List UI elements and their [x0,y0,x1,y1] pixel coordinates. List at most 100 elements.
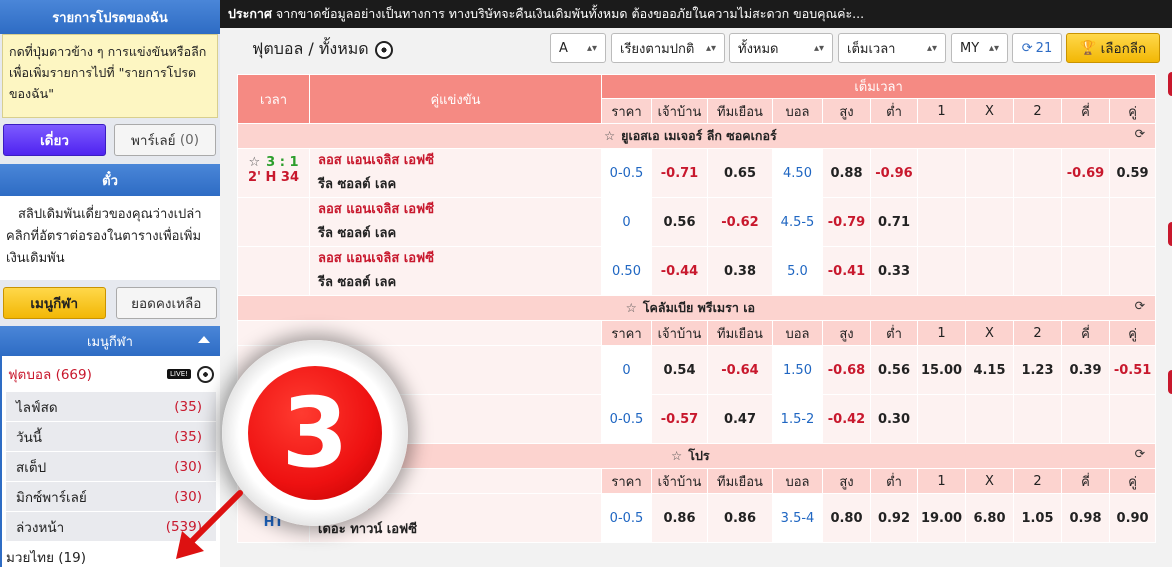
match-teams-cell: ลอส แอนเจลิส เอฟซี รีล ซอลต์ เลค [309,148,602,198]
odds-cell-under[interactable]: -0.96 [870,148,918,198]
odds-cell-over[interactable]: -0.79 [822,197,871,247]
odds-cell-h[interactable]: 0.54 [651,345,708,395]
odds-cell-under[interactable]: 0.56 [870,345,918,395]
currency-select[interactable]: MY ▴▾ [951,33,1008,63]
match-time-cell: ☆ 3 : 1 2' H 34 [237,148,310,198]
star-icon[interactable]: ☆ [626,300,637,315]
odds-cell-ou[interactable]: 1.50 [772,345,823,395]
sidebar-item-live[interactable]: ไลฟ์สด (35) [6,392,216,422]
odds-cell-a[interactable]: 0.86 [707,493,773,543]
odds-cell-ou[interactable]: 3.5-4 [772,493,823,543]
sidebar-item-football[interactable]: ฟุตบอล (669) LIVE! [0,356,220,392]
match-time-cell [237,246,310,296]
odds-cell-h[interactable]: -0.57 [651,394,708,444]
sort-select[interactable]: เรียงตามปกติ ▴▾ [611,33,725,63]
odds-cell-h[interactable]: 0.86 [651,493,708,543]
star-icon[interactable]: ☆ [604,128,615,143]
odds-cell-over[interactable]: -0.42 [822,394,871,444]
select-league-button[interactable]: 🏆 เลือกลีก [1066,33,1160,63]
odds-cell-h[interactable]: 0.56 [651,197,708,247]
odds-cell-a[interactable]: -0.62 [707,197,773,247]
odds-cell-ou[interactable]: 5.0 [772,246,823,296]
odds-cell-hdp[interactable]: 0-0.5 [601,148,652,198]
col-fulltime: เต็มเวลา [600,74,1157,99]
odds-cell-ou[interactable]: 1.5-2 [772,394,823,444]
odds-cell-over[interactable]: 0.80 [822,493,871,543]
sub-header-cell: บอล [772,320,823,346]
odds-cell-h[interactable]: -0.44 [651,246,708,296]
balance-button[interactable]: ยอดคงเหลือ [115,287,217,319]
odds-cell-odd [1061,197,1110,247]
odds-cell-over[interactable]: -0.68 [822,345,871,395]
refresh-icon[interactable]: ⟳ [1135,298,1145,313]
sub-header-cell: X [965,98,1014,124]
odds-cell-hdp[interactable]: 0 [601,345,652,395]
odds-cell-a[interactable]: 0.47 [707,394,773,444]
sub-header-cell: ราคา [601,468,652,494]
odds-cell-one[interactable]: 15.00 [917,345,966,395]
filter-select[interactable]: ทั้งหมด ▴▾ [729,33,833,63]
odds-cell-under[interactable]: 0.71 [870,197,918,247]
odds-cell-even[interactable]: 0.59 [1108,148,1157,198]
odds-cell-ou[interactable]: 4.5-5 [772,197,823,247]
sub-header-cell: คู่ [1108,98,1157,124]
odds-cell-x[interactable]: 4.15 [965,345,1014,395]
refresh-icon[interactable]: ⟳ [1135,446,1145,461]
sidebar-item-today[interactable]: วันนี้ (35) [6,422,216,452]
odds-cell-hdp[interactable]: 0-0.5 [601,493,652,543]
filter-value: ทั้งหมด [738,41,779,57]
league-header[interactable]: ☆ ยูเอสเอ เมเจอร์ ลีก ซอคเกอร์ ⟳ [236,123,1157,149]
odds-cell-two[interactable]: 1.23 [1013,345,1062,395]
odds-cell-over[interactable]: -0.41 [822,246,871,296]
sub-header-cell: ต่ำ [870,468,918,494]
sidebar-item-step[interactable]: สเต็ป (30) [6,452,216,482]
app-root: รายการโปรดของฉัน กดที่ปุ่มดาวข้าง ๆ การแ… [0,0,1172,567]
odds-type-select[interactable]: A ▴▾ [550,33,606,63]
odds-cell-under[interactable]: 0.33 [870,246,918,296]
toolbar: ฟุตบอล / ทั้งหมด A ▴▾ เรียงตามปกติ ▴▾ ทั้ง… [220,28,1172,72]
odds-cell-a[interactable]: 0.65 [707,148,773,198]
star-icon[interactable]: ☆ [671,448,682,463]
odds-cell-over[interactable]: 0.88 [822,148,871,198]
odds-cell-under[interactable]: 0.30 [870,394,918,444]
sports-menu-button[interactable]: เมนูกีฬา [3,287,106,319]
odds-cell-x[interactable]: 6.80 [965,493,1014,543]
refresh-icon[interactable]: ⟳ [1135,126,1145,141]
star-icon[interactable]: ☆ [249,155,261,170]
parlay-bet-button[interactable]: พาร์เลย์ (0) [114,124,216,156]
period-select[interactable]: เต็มเวลา ▴▾ [838,33,946,63]
sub-header-cell: สูง [822,468,871,494]
odds-cell-odd[interactable]: 0.39 [1061,345,1110,395]
period-value: เต็มเวลา [847,41,896,57]
odds-cell-even[interactable]: -0.51 [1108,345,1157,395]
parlay-count: (0) [179,132,199,148]
odds-cell-odd[interactable]: -0.69 [1061,148,1110,198]
odds-cell-one [917,246,966,296]
single-bet-button[interactable]: เดี่ยว [3,124,106,156]
ticket-title: ตั๋ว [0,164,220,196]
odds-cell-x [965,246,1014,296]
sports-menu-header[interactable]: เมนูกีฬา [0,326,220,356]
sort-value: เรียงตามปกติ [620,41,695,57]
odds-cell-two[interactable]: 1.05 [1013,493,1062,543]
odds-cell-ou[interactable]: 4.50 [772,148,823,198]
refresh-count: 21 [1035,40,1053,56]
odds-type-value: A [559,40,568,56]
refresh-button[interactable]: ⟳ 21 [1012,33,1062,63]
odds-cell-one[interactable]: 19.00 [917,493,966,543]
league-header[interactable]: ☆ โคลัมเบีย พรีเมรา เอ ⟳ [236,295,1157,321]
odds-cell-even[interactable]: 0.90 [1108,493,1157,543]
odds-cell-under[interactable]: 0.92 [870,493,918,543]
odds-cell-a[interactable]: 0.38 [707,246,773,296]
odds-cell-hdp[interactable]: 0 [601,197,652,247]
soccer-ball-icon [197,365,214,383]
odds-cell-hdp[interactable]: 0-0.5 [601,394,652,444]
odds-cell-h[interactable]: -0.71 [651,148,708,198]
odds-cell-hdp[interactable]: 0.50 [601,246,652,296]
odds-cell-a[interactable]: -0.64 [707,345,773,395]
odds-cell-odd[interactable]: 0.98 [1061,493,1110,543]
odds-cell-even [1108,246,1157,296]
sub-header-cell: สูง [822,320,871,346]
submenu-label: วันนี้ [16,429,43,446]
odds-cell-x [965,148,1014,198]
